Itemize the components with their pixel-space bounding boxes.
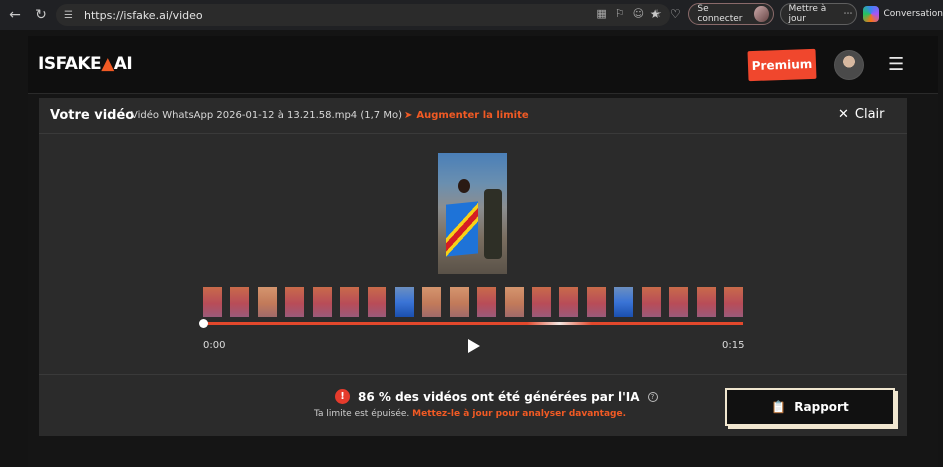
site-logo[interactable]: ISFAKE▲AI	[38, 54, 133, 74]
clipboard-icon: 📋	[771, 400, 787, 414]
clear-button[interactable]: ✕ Clair	[838, 107, 885, 122]
hamburger-menu-icon[interactable]: ☰	[888, 54, 904, 75]
frame-thumbnail[interactable]	[586, 287, 606, 317]
frame-thumbnail[interactable]	[340, 287, 360, 317]
frame-thumbnail[interactable]	[285, 287, 305, 317]
address-bar[interactable]: ☰ https://isfake.ai/video ▦ ⚐ ☺ ☆	[56, 4, 670, 26]
copilot-button[interactable]: Conversation	[863, 6, 943, 22]
apps-icon[interactable]: ▦	[596, 7, 606, 20]
update-button[interactable]: Mettre à jour ⋯	[779, 3, 858, 25]
verdict-line: ! 86 % des vidéos ont été générées par l…	[335, 389, 658, 404]
frame-thumbnail[interactable]	[394, 287, 414, 317]
frame-thumbnail[interactable]	[312, 287, 332, 317]
browser-toolbar: ← ↻ ☰ https://isfake.ai/video ▦ ⚐ ☺ ☆ ★ …	[0, 0, 943, 30]
upgrade-link[interactable]: Mettez-le à jour pour analyser davantage…	[412, 409, 626, 419]
frame-thumbnail[interactable]	[532, 287, 551, 317]
site-info-icon[interactable]: ☰	[64, 10, 78, 21]
health-icon[interactable]: ♡	[668, 7, 682, 21]
info-icon[interactable]: ?	[647, 391, 658, 402]
frame-thumbnail[interactable]	[367, 287, 387, 317]
profile-avatar	[754, 6, 769, 22]
time-start: 0:00	[203, 340, 226, 351]
video-preview[interactable]	[438, 153, 507, 274]
play-icon[interactable]	[467, 338, 481, 354]
emoji-icon[interactable]: ☺	[633, 7, 644, 20]
frame-thumbnail[interactable]	[696, 287, 716, 317]
result-footer: ! 86 % des vidéos ont été générées par l…	[39, 374, 907, 436]
verdict-text: 86 % des vidéos ont été générées par l'I…	[358, 389, 640, 404]
back-arrow-icon[interactable]: ←	[4, 4, 26, 26]
time-end: 0:15	[722, 340, 745, 351]
translate-icon[interactable]: ⚐	[615, 7, 625, 20]
more-icon: ⋯	[843, 9, 853, 19]
frame-strip	[203, 287, 743, 317]
frame-thumbnail[interactable]	[504, 287, 524, 317]
user-avatar[interactable]	[834, 50, 864, 80]
frame-thumbnail[interactable]	[559, 287, 579, 317]
panel-header: Votre vidéo Vidéo WhatsApp 2026-01-12 à …	[39, 98, 907, 134]
rocket-icon: ➤	[404, 110, 413, 121]
alert-icon: !	[335, 389, 350, 404]
frame-thumbnail[interactable]	[449, 287, 469, 317]
site-header: ISFAKE▲AI Premium ☰	[28, 36, 938, 94]
video-panel: Votre vidéo Vidéo WhatsApp 2026-01-12 à …	[39, 98, 907, 436]
copilot-icon	[863, 6, 880, 22]
limit-message: Ta limite est épuisée. Mettez-le à jour …	[314, 409, 627, 419]
frame-thumbnail[interactable]	[203, 287, 222, 317]
video-filename: Vidéo WhatsApp 2026-01-12 à 13.21.58.mp4…	[131, 110, 402, 121]
frame-thumbnail[interactable]	[477, 287, 497, 317]
report-button[interactable]: 📋 Rapport	[725, 388, 895, 426]
frame-thumbnail[interactable]	[614, 287, 634, 317]
frame-thumbnail[interactable]	[669, 287, 689, 317]
frame-thumbnail[interactable]	[257, 287, 277, 317]
url-text: https://isfake.ai/video	[84, 8, 203, 22]
increase-limit-link[interactable]: ➤ Augmenter la limite	[404, 110, 529, 121]
signin-button[interactable]: Se connecter	[688, 3, 774, 25]
timeline-handle[interactable]	[199, 319, 208, 328]
favorites-icon[interactable]: ★	[648, 7, 662, 21]
premium-button[interactable]: Premium	[747, 48, 817, 82]
timeline-track[interactable]	[203, 322, 743, 325]
frame-thumbnail[interactable]	[422, 287, 442, 317]
flame-icon: ▲	[101, 54, 114, 74]
frame-thumbnail[interactable]	[230, 287, 250, 317]
frame-thumbnail[interactable]	[724, 287, 743, 317]
panel-title: Votre vidéo	[50, 108, 135, 123]
close-icon: ✕	[838, 107, 849, 122]
frame-thumbnail[interactable]	[641, 287, 661, 317]
refresh-icon[interactable]: ↻	[30, 4, 52, 26]
